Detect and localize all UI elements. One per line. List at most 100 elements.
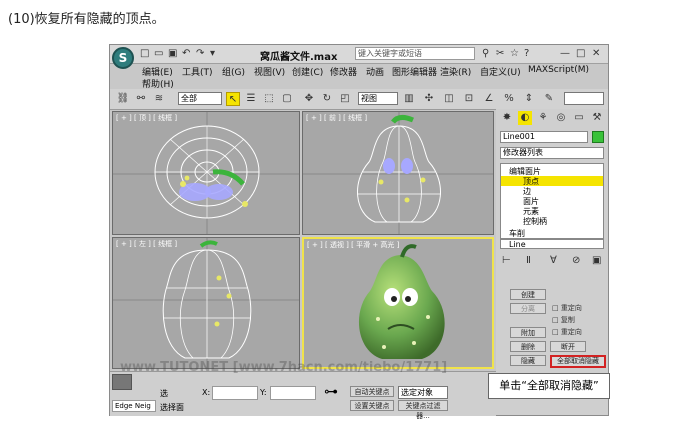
watermark: www.TUTONET [www.7hacn.com/tiebo/1771] — [120, 360, 448, 375]
spinner-snap-icon[interactable]: ⇕ — [522, 92, 536, 106]
y-coordinate-field[interactable] — [270, 386, 316, 400]
binoculars-icon[interactable]: ⚲ — [482, 48, 489, 59]
menu-view[interactable]: 视图(V) — [254, 65, 285, 78]
rotate-icon[interactable]: ↻ — [320, 92, 334, 106]
select-by-name-icon[interactable]: ☰ — [244, 92, 258, 106]
x-coordinate-field[interactable] — [212, 386, 258, 400]
reorient2-checkbox[interactable]: □ 重定向 — [552, 327, 582, 337]
menu-maxscript[interactable]: MAXScript(M) — [528, 65, 589, 75]
key-icon[interactable]: ⊶ — [324, 384, 338, 400]
named-selection-sets-select[interactable] — [564, 92, 604, 105]
auto-key-button[interactable]: 自动关键点 — [350, 386, 394, 397]
selection-filter-select[interactable]: 全部 — [178, 92, 222, 105]
pivot-icon[interactable]: ▥ — [402, 92, 416, 106]
stack-line[interactable]: Line — [500, 239, 604, 249]
move-icon[interactable]: ✥ — [302, 92, 316, 106]
utilities-tab-icon[interactable]: ⚒ — [590, 111, 604, 125]
app-logo-icon[interactable]: S — [112, 47, 134, 69]
menu-create[interactable]: 创建(C) — [292, 65, 323, 78]
window-crossing-icon[interactable]: ▢ — [280, 92, 294, 106]
snaps-toggle-icon[interactable]: ⊡ — [462, 92, 476, 106]
copy-checkbox[interactable]: □ 复制 — [552, 315, 575, 325]
display-tab-icon[interactable]: ▭ — [572, 111, 586, 125]
menu-tools[interactable]: 工具(T) — [182, 65, 213, 78]
menu-group[interactable]: 组(G) — [222, 65, 245, 78]
close-icon[interactable]: ✕ — [592, 48, 600, 59]
object-color-swatch[interactable] — [592, 131, 604, 143]
show-end-result-icon[interactable]: Ⅱ — [526, 255, 531, 266]
hierarchy-tab-icon[interactable]: ⚘ — [536, 111, 550, 125]
reorient-checkbox[interactable]: □ 重定向 — [552, 303, 582, 313]
remove-modifier-icon[interactable]: ⊘ — [572, 255, 580, 266]
modifier-stack: 编辑面片 顶点 边 面片 元素 控制柄 车削 — [500, 163, 604, 239]
search-input[interactable]: 键入关键字或短语 — [355, 47, 475, 60]
create-button[interactable]: 创建 — [510, 289, 546, 300]
save-icon[interactable]: ▣ — [168, 48, 177, 59]
wireframe-left-drawing — [113, 238, 299, 368]
menu-modifiers[interactable]: 修改器 — [330, 65, 357, 78]
dropdown-icon[interactable]: ▾ — [210, 48, 215, 59]
edge-field[interactable]: Edge Neig — [112, 400, 156, 412]
hide-button[interactable]: 隐藏 — [510, 355, 546, 366]
stack-handle[interactable]: 控制柄 — [523, 216, 547, 227]
key-filters-button[interactable]: 关键点过滤器... — [398, 400, 448, 420]
maximize-icon[interactable]: □ — [576, 48, 585, 59]
object-name-field[interactable]: Line001 — [500, 131, 588, 143]
viewport-front[interactable]: [ + ] [ 前 ] [ 线框 ] — [302, 111, 494, 235]
viewport-perspective[interactable]: [ + ] [ 透视 ] [ 平滑 + 高光 ] — [302, 237, 494, 369]
new-file-icon[interactable]: □ — [140, 48, 149, 59]
break-button[interactable]: 断开 — [550, 341, 586, 352]
set-key-button[interactable]: 设置关键点 — [350, 400, 394, 411]
motion-tab-icon[interactable]: ◎ — [554, 111, 568, 125]
create-tab-icon[interactable]: ✸ — [500, 111, 514, 125]
percent-snap-icon[interactable]: % — [502, 92, 516, 106]
minimize-icon[interactable]: — — [560, 48, 570, 59]
menu-graph-editors[interactable]: 图形编辑器 — [392, 65, 437, 78]
select-count-label: 选 — [160, 389, 168, 398]
delete-button[interactable]: 删除 — [510, 341, 546, 352]
y-label: Y: — [260, 388, 267, 397]
menu-bar: 编辑(E) 工具(T) 组(G) 视图(V) 创建(C) 修改器 动画 图形编辑… — [134, 63, 608, 90]
keyboard-shortcut-icon[interactable]: ◫ — [442, 92, 456, 106]
stack-vertex-highlight — [501, 176, 603, 186]
viewport-top[interactable]: [ + ] [ 顶 ] [ 线框 ] — [112, 111, 300, 235]
menu-animation[interactable]: 动画 — [366, 65, 384, 78]
star-icon[interactable]: ☆ — [510, 48, 519, 59]
set-key-filter-select[interactable]: 选定对象 — [398, 386, 448, 399]
modify-tab-icon[interactable]: ◐ — [518, 111, 532, 125]
undo-icon[interactable]: ↶ — [182, 48, 190, 59]
x-label: X: — [202, 388, 211, 397]
maxscript-listener-icon[interactable] — [112, 374, 132, 390]
menu-customize[interactable]: 自定义(U) — [480, 65, 521, 78]
reorient2-label: 重定向 — [560, 328, 582, 336]
angle-snap-icon[interactable]: ∠ — [482, 92, 496, 106]
configure-sets-icon[interactable]: ▣ — [592, 255, 601, 266]
reference-coordinate-select[interactable]: 视图 — [358, 92, 398, 105]
attach-button[interactable]: 附加 — [510, 327, 546, 338]
make-unique-icon[interactable]: ∀ — [550, 255, 557, 266]
select-object-icon[interactable]: ↖ — [226, 92, 240, 106]
main-toolbar: ⛓ ⚯ ≋ 全部 ↖ ☰ ⬚ ▢ ✥ ↻ ◰ 视图 ▥ ✣ ◫ ⊡ ∠ % ⇕ … — [110, 89, 608, 110]
caption: (10)恢复所有隐藏的顶点。 — [8, 12, 165, 27]
menu-rendering[interactable]: 渲染(R) — [440, 65, 471, 78]
title-bar: S □ ▭ ▣ ↶ ↷ ▾ 窝瓜酱文件.max 键入关键字或短语 ⚲ ✂ ☆ ?… — [110, 45, 608, 69]
link-icon[interactable]: ⛓ — [116, 92, 130, 106]
help-icon[interactable]: ? — [524, 48, 529, 59]
named-selection-icon[interactable]: ✎ — [542, 92, 556, 106]
open-file-icon[interactable]: ▭ — [154, 48, 163, 59]
viewport-left[interactable]: [ + ] [ 左 ] [ 线框 ] — [112, 237, 300, 369]
unhide-all-button[interactable]: 全部取消隐藏 — [550, 355, 606, 368]
select-manipulate-icon[interactable]: ✣ — [422, 92, 436, 106]
unlink-icon[interactable]: ⚯ — [134, 92, 148, 106]
modifier-list-select[interactable]: 修改器列表 — [500, 147, 604, 159]
wireframe-front-drawing — [303, 112, 493, 234]
pin-stack-icon[interactable]: ⊢ — [502, 255, 511, 266]
tools-icon[interactable]: ✂ — [496, 48, 504, 59]
stack-lathe[interactable]: 车削 — [509, 228, 525, 239]
bind-spacewarp-icon[interactable]: ≋ — [152, 92, 166, 106]
redo-icon[interactable]: ↷ — [196, 48, 204, 59]
window-title: 窝瓜酱文件.max — [260, 52, 338, 63]
rect-selection-icon[interactable]: ⬚ — [262, 92, 276, 106]
detach-button[interactable]: 分离 — [510, 303, 546, 314]
scale-icon[interactable]: ◰ — [338, 92, 352, 106]
